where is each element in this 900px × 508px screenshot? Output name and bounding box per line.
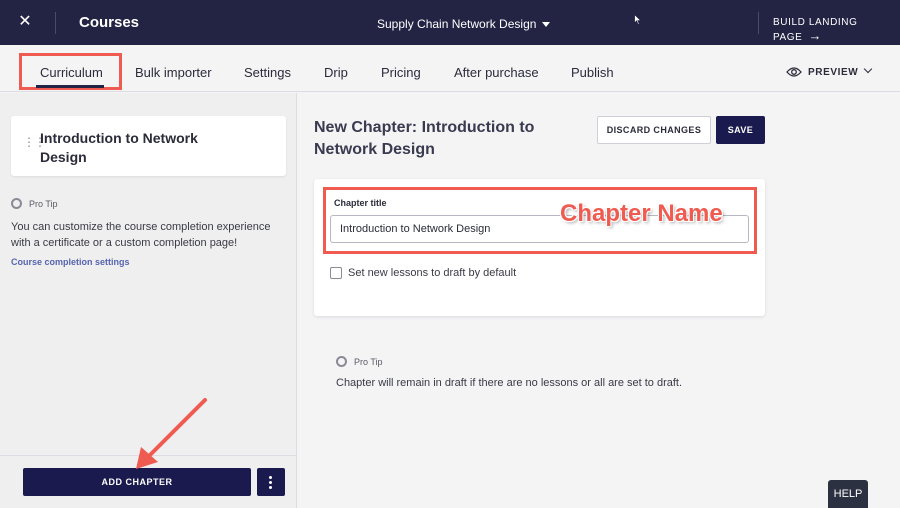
tab-after-purchase[interactable]: After purchase [454,65,539,80]
draft-default-checkbox[interactable] [330,267,342,279]
divider [0,455,296,456]
eye-icon [786,67,802,78]
tab-drip[interactable]: Drip [324,65,348,80]
active-tab-underline [36,85,104,88]
pro-tip-text: Chapter will remain in draft if there ar… [336,377,683,389]
pro-tip-text: You can customize the course completion … [11,221,271,249]
top-bar: ✕ Courses Supply Chain Network Design BU… [0,0,900,45]
more-dot [269,486,272,489]
lifebuoy-icon [11,198,22,209]
course-selector-label: Supply Chain Network Design [377,17,537,31]
more-options-button[interactable] [257,468,285,496]
chapter-card[interactable]: ⋮⋮ Introduction to Network Design [11,116,286,176]
more-dot [269,476,272,479]
tab-settings[interactable]: Settings [244,65,291,80]
course-completion-settings-link[interactable]: Course completion settings [11,257,130,267]
add-chapter-button[interactable]: ADD CHAPTER [23,468,251,496]
tab-pricing[interactable]: Pricing [381,65,421,80]
pro-tip-label: Pro Tip [354,357,383,367]
caret-down-icon [542,22,551,28]
arrow-right-icon: → [808,28,823,43]
divider [758,12,759,34]
course-selector[interactable]: Supply Chain Network Design [377,17,551,31]
build-landing-page-button[interactable]: BUILD LANDING PAGE → [773,17,900,43]
curriculum-sidebar: ⋮⋮ Introduction to Network Design Pro Ti… [0,93,297,508]
tab-publish[interactable]: Publish [571,65,614,80]
page-title: New Chapter: Introduction to Network Des… [314,119,535,158]
tab-curriculum[interactable]: Curriculum [40,65,103,80]
close-icon[interactable]: ✕ [16,13,34,31]
preview-button[interactable]: PREVIEW [786,64,873,78]
chevron-down-icon [864,64,873,74]
pro-tip-heading: Pro Tip [11,198,58,209]
app-title: Courses [79,14,140,31]
draft-default-label: Set new lessons to draft by default [348,267,517,279]
mouse-cursor-icon [634,14,642,25]
help-button[interactable]: HELP [828,480,868,508]
divider [55,12,56,34]
more-dot [269,481,272,484]
pro-tip-label: Pro Tip [29,199,58,209]
tab-bulk-importer[interactable]: Bulk importer [135,65,212,80]
save-button[interactable]: SAVE [716,116,765,144]
pro-tip-heading: Pro Tip [336,356,383,367]
preview-label: PREVIEW [808,67,859,78]
tab-bar: Curriculum Bulk importer Settings Drip P… [0,45,900,92]
annotation-label: Chapter Name [560,200,723,227]
lifebuoy-icon [336,356,347,367]
chapter-card-title: Introduction to Network Design [40,130,198,165]
discard-changes-button[interactable]: DISCARD CHANGES [597,116,711,144]
